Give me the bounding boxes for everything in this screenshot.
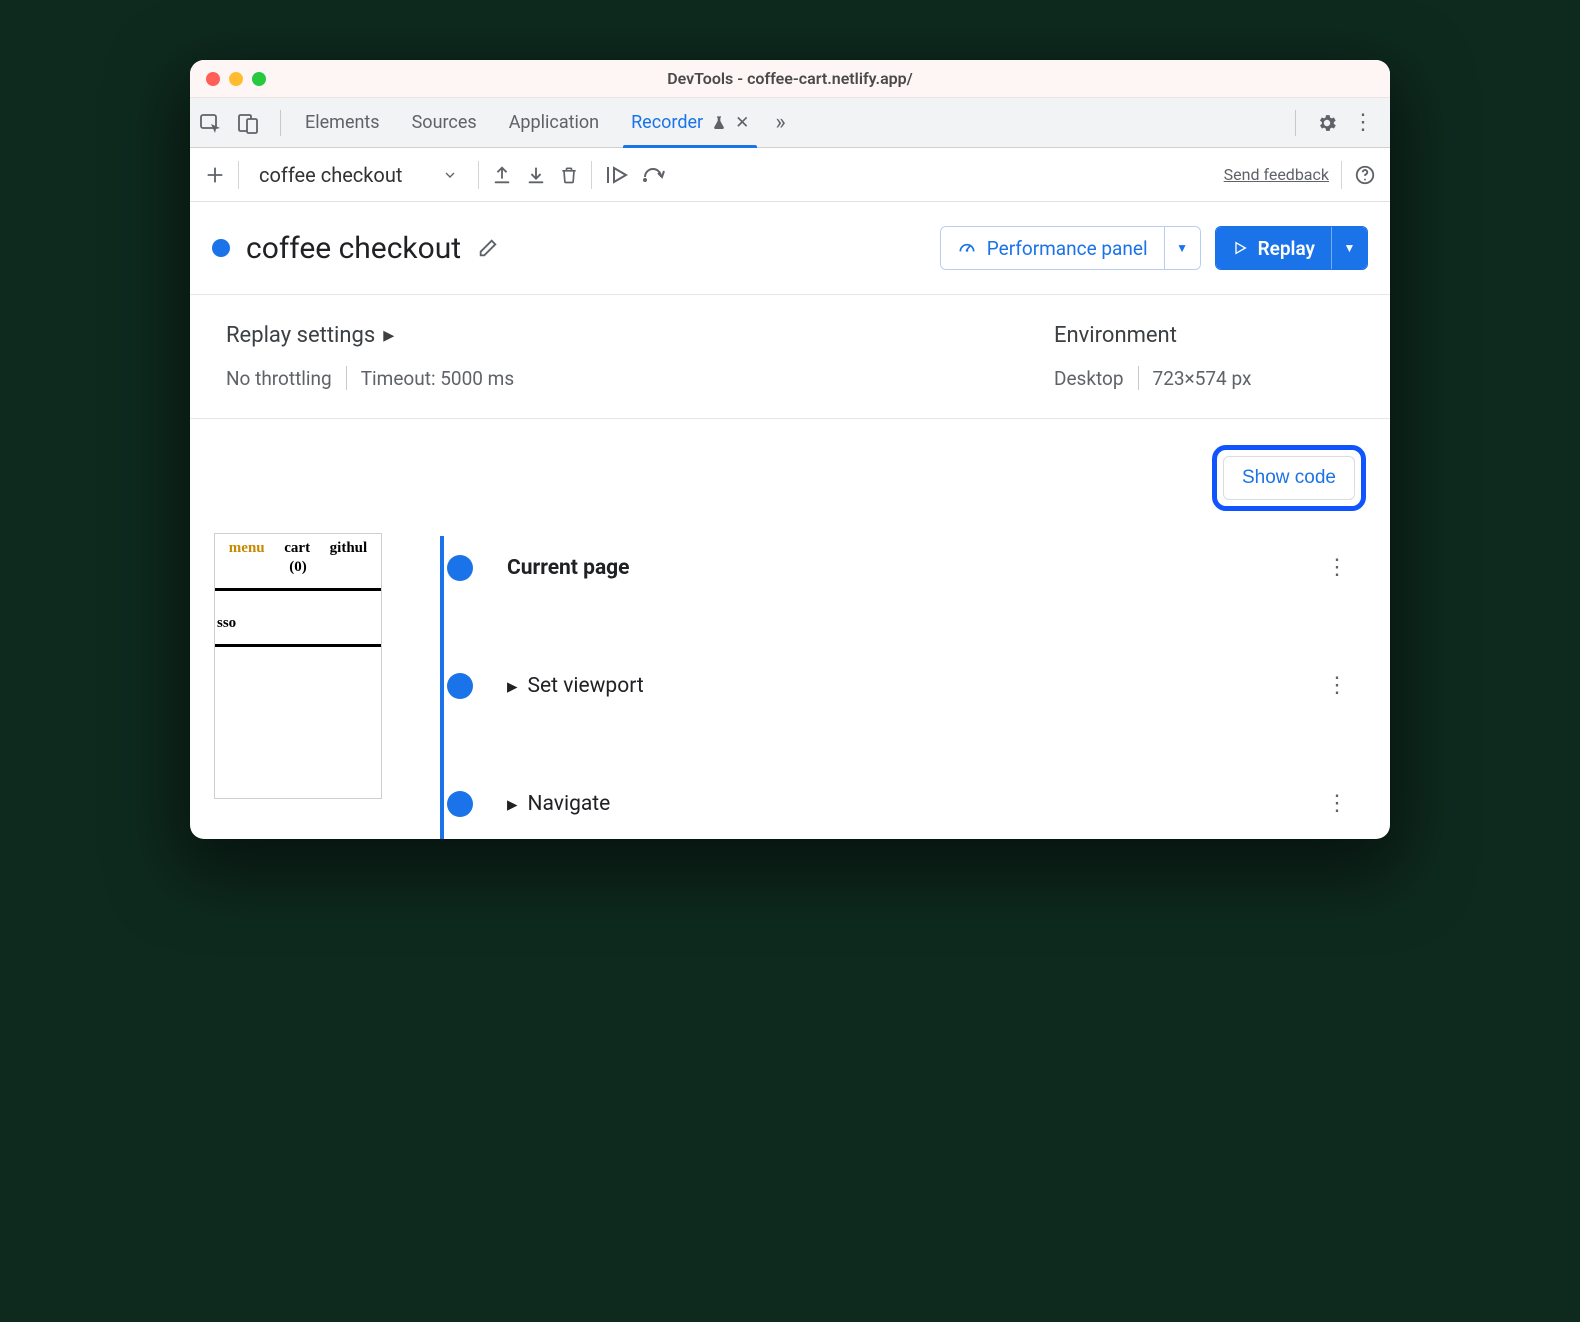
step-label: Current page <box>507 556 630 580</box>
window-minimize-button[interactable] <box>229 72 243 86</box>
replay-settings-row: Replay settings ▸ No throttling Timeout:… <box>190 295 1390 419</box>
window-title: DevTools - coffee-cart.netlify.app/ <box>190 69 1390 88</box>
step-label: Set viewport <box>528 674 644 698</box>
timeline-node <box>447 673 473 699</box>
window-titlebar: DevTools - coffee-cart.netlify.app/ <box>190 60 1390 98</box>
viewport-value: 723×574 px <box>1153 367 1252 390</box>
continue-icon[interactable] <box>604 164 630 186</box>
thumb-cart-count: (0) <box>215 559 381 586</box>
chevron-right-icon: ▸ <box>507 674 518 699</box>
help-icon[interactable] <box>1354 164 1376 186</box>
replay-button-label: Replay <box>1258 237 1315 260</box>
delete-icon[interactable] <box>559 164 579 186</box>
steps-area: menu cart githul (0) sso Current page ⋮ <box>190 521 1390 839</box>
device-value: Desktop <box>1054 367 1124 390</box>
thumb-cart: cart <box>284 540 310 557</box>
thumb-menu: menu <box>229 540 265 557</box>
timeline-node <box>447 791 473 817</box>
inspect-element-icon[interactable] <box>198 111 222 135</box>
chevron-right-icon: ▸ <box>507 792 518 817</box>
import-icon[interactable] <box>525 164 547 186</box>
step-more-icon[interactable]: ⋮ <box>1326 793 1348 815</box>
divider <box>280 110 281 136</box>
divider <box>591 161 592 189</box>
devtools-tabstrip: Elements Sources Application Recorder ✕ … <box>190 98 1390 148</box>
thumb-product: sso <box>215 615 381 638</box>
show-code-button[interactable]: Show code <box>1223 456 1355 500</box>
recording-select[interactable]: coffee checkout <box>251 163 466 187</box>
step-more-icon[interactable]: ⋮ <box>1326 557 1348 579</box>
tab-application[interactable]: Application <box>495 98 613 147</box>
performance-panel-label: Performance panel <box>987 237 1148 260</box>
traffic-lights <box>190 72 266 86</box>
timeline-node <box>447 555 473 581</box>
recording-header: coffee checkout Performance panel ▼ <box>190 202 1390 295</box>
throttling-value: No throttling <box>226 367 332 390</box>
replay-button-caret[interactable]: ▼ <box>1331 227 1367 269</box>
recorder-toolbar: coffee checkout Send f <box>190 148 1390 202</box>
step-set-viewport[interactable]: ▸ Set viewport ⋮ <box>424 651 1366 721</box>
step-more-icon[interactable]: ⋮ <box>1326 675 1348 697</box>
settings-gear-icon[interactable] <box>1316 112 1338 134</box>
flask-icon <box>711 115 727 131</box>
chevron-right-icon: ▸ <box>383 323 394 348</box>
export-icon[interactable] <box>491 164 513 186</box>
edit-name-icon[interactable] <box>477 237 499 259</box>
replay-settings-heading[interactable]: Replay settings ▸ <box>226 323 1054 348</box>
page-thumbnail: menu cart githul (0) sso <box>214 533 382 799</box>
show-code-row: Show code <box>190 419 1390 521</box>
divider <box>1341 161 1342 189</box>
show-code-highlight: Show code <box>1212 445 1366 511</box>
performance-panel-button[interactable]: Performance panel ▼ <box>940 226 1201 270</box>
divider <box>346 366 347 390</box>
tab-close-icon[interactable]: ✕ <box>735 113 749 133</box>
step-current-page[interactable]: Current page ⋮ <box>424 533 1366 603</box>
more-tabs-icon[interactable]: » <box>775 110 785 135</box>
tab-elements[interactable]: Elements <box>291 98 394 147</box>
divider <box>478 161 479 189</box>
new-recording-icon[interactable] <box>204 164 226 186</box>
gauge-icon <box>957 238 977 258</box>
tab-sources[interactable]: Sources <box>398 98 491 147</box>
divider <box>238 161 239 189</box>
step-icon[interactable] <box>642 165 670 185</box>
recording-status-dot <box>212 239 230 257</box>
performance-panel-caret[interactable]: ▼ <box>1164 227 1200 269</box>
replay-settings-label: Replay settings <box>226 323 375 348</box>
send-feedback-link[interactable]: Send feedback <box>1224 165 1329 184</box>
thumb-github: githul <box>330 540 368 557</box>
divider <box>1295 110 1296 136</box>
environment-heading: Environment <box>1054 323 1354 348</box>
tab-recorder[interactable]: Recorder ✕ <box>617 98 763 147</box>
environment-label: Environment <box>1054 323 1177 348</box>
device-toolbar-icon[interactable] <box>236 111 260 135</box>
window-close-button[interactable] <box>206 72 220 86</box>
recording-select-label: coffee checkout <box>259 163 402 187</box>
timeout-value: Timeout: 5000 ms <box>361 367 514 390</box>
step-label: Navigate <box>528 792 611 816</box>
kebab-menu-icon[interactable]: ⋮ <box>1352 110 1374 135</box>
devtools-window: DevTools - coffee-cart.netlify.app/ <box>190 60 1390 839</box>
step-navigate[interactable]: ▸ Navigate ⋮ <box>424 769 1366 839</box>
replay-button[interactable]: Replay ▼ <box>1215 226 1368 270</box>
recording-title: coffee checkout <box>246 231 461 266</box>
chevron-down-icon <box>442 167 458 183</box>
play-icon <box>1232 240 1248 256</box>
divider <box>1138 366 1139 390</box>
steps-timeline: Current page ⋮ ▸ Set viewport ⋮ <box>404 533 1366 839</box>
window-zoom-button[interactable] <box>252 72 266 86</box>
